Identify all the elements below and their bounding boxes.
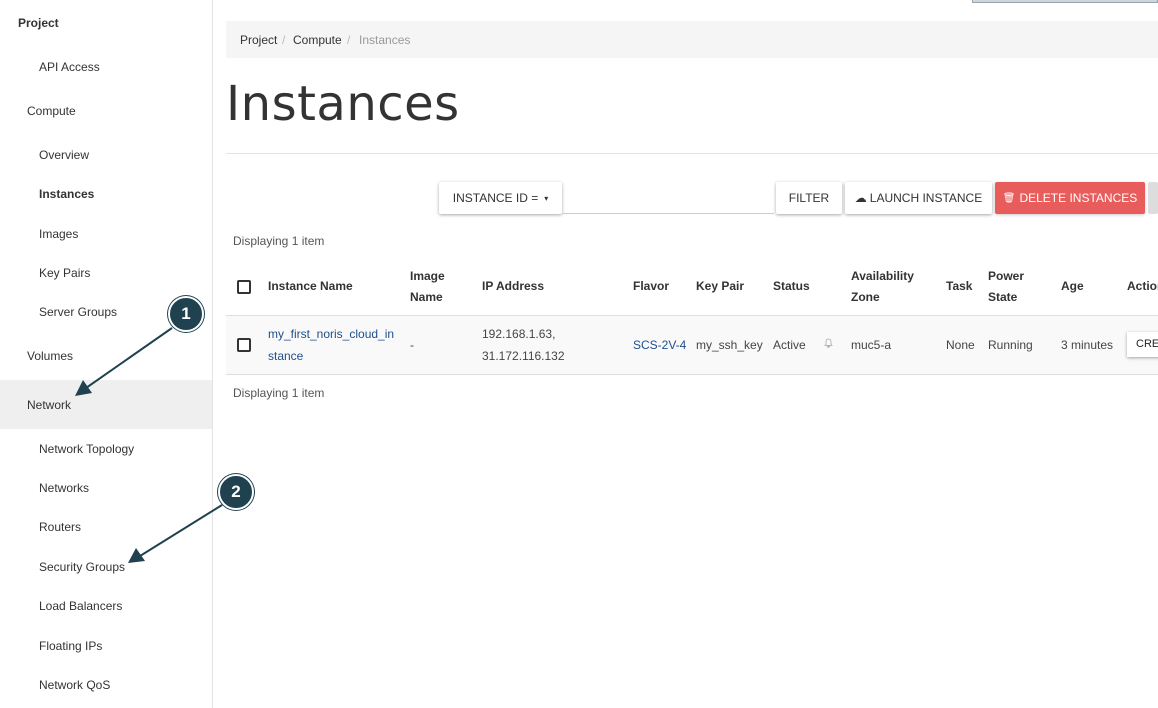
annotation-badge-1: 1 — [168, 296, 204, 332]
annotation-arrows — [75, 327, 223, 563]
arrow-1-line — [85, 327, 173, 389]
annotation-badge-2: 2 — [218, 474, 254, 510]
arrow-2-line — [139, 504, 223, 557]
arrow-1-head — [75, 380, 92, 396]
